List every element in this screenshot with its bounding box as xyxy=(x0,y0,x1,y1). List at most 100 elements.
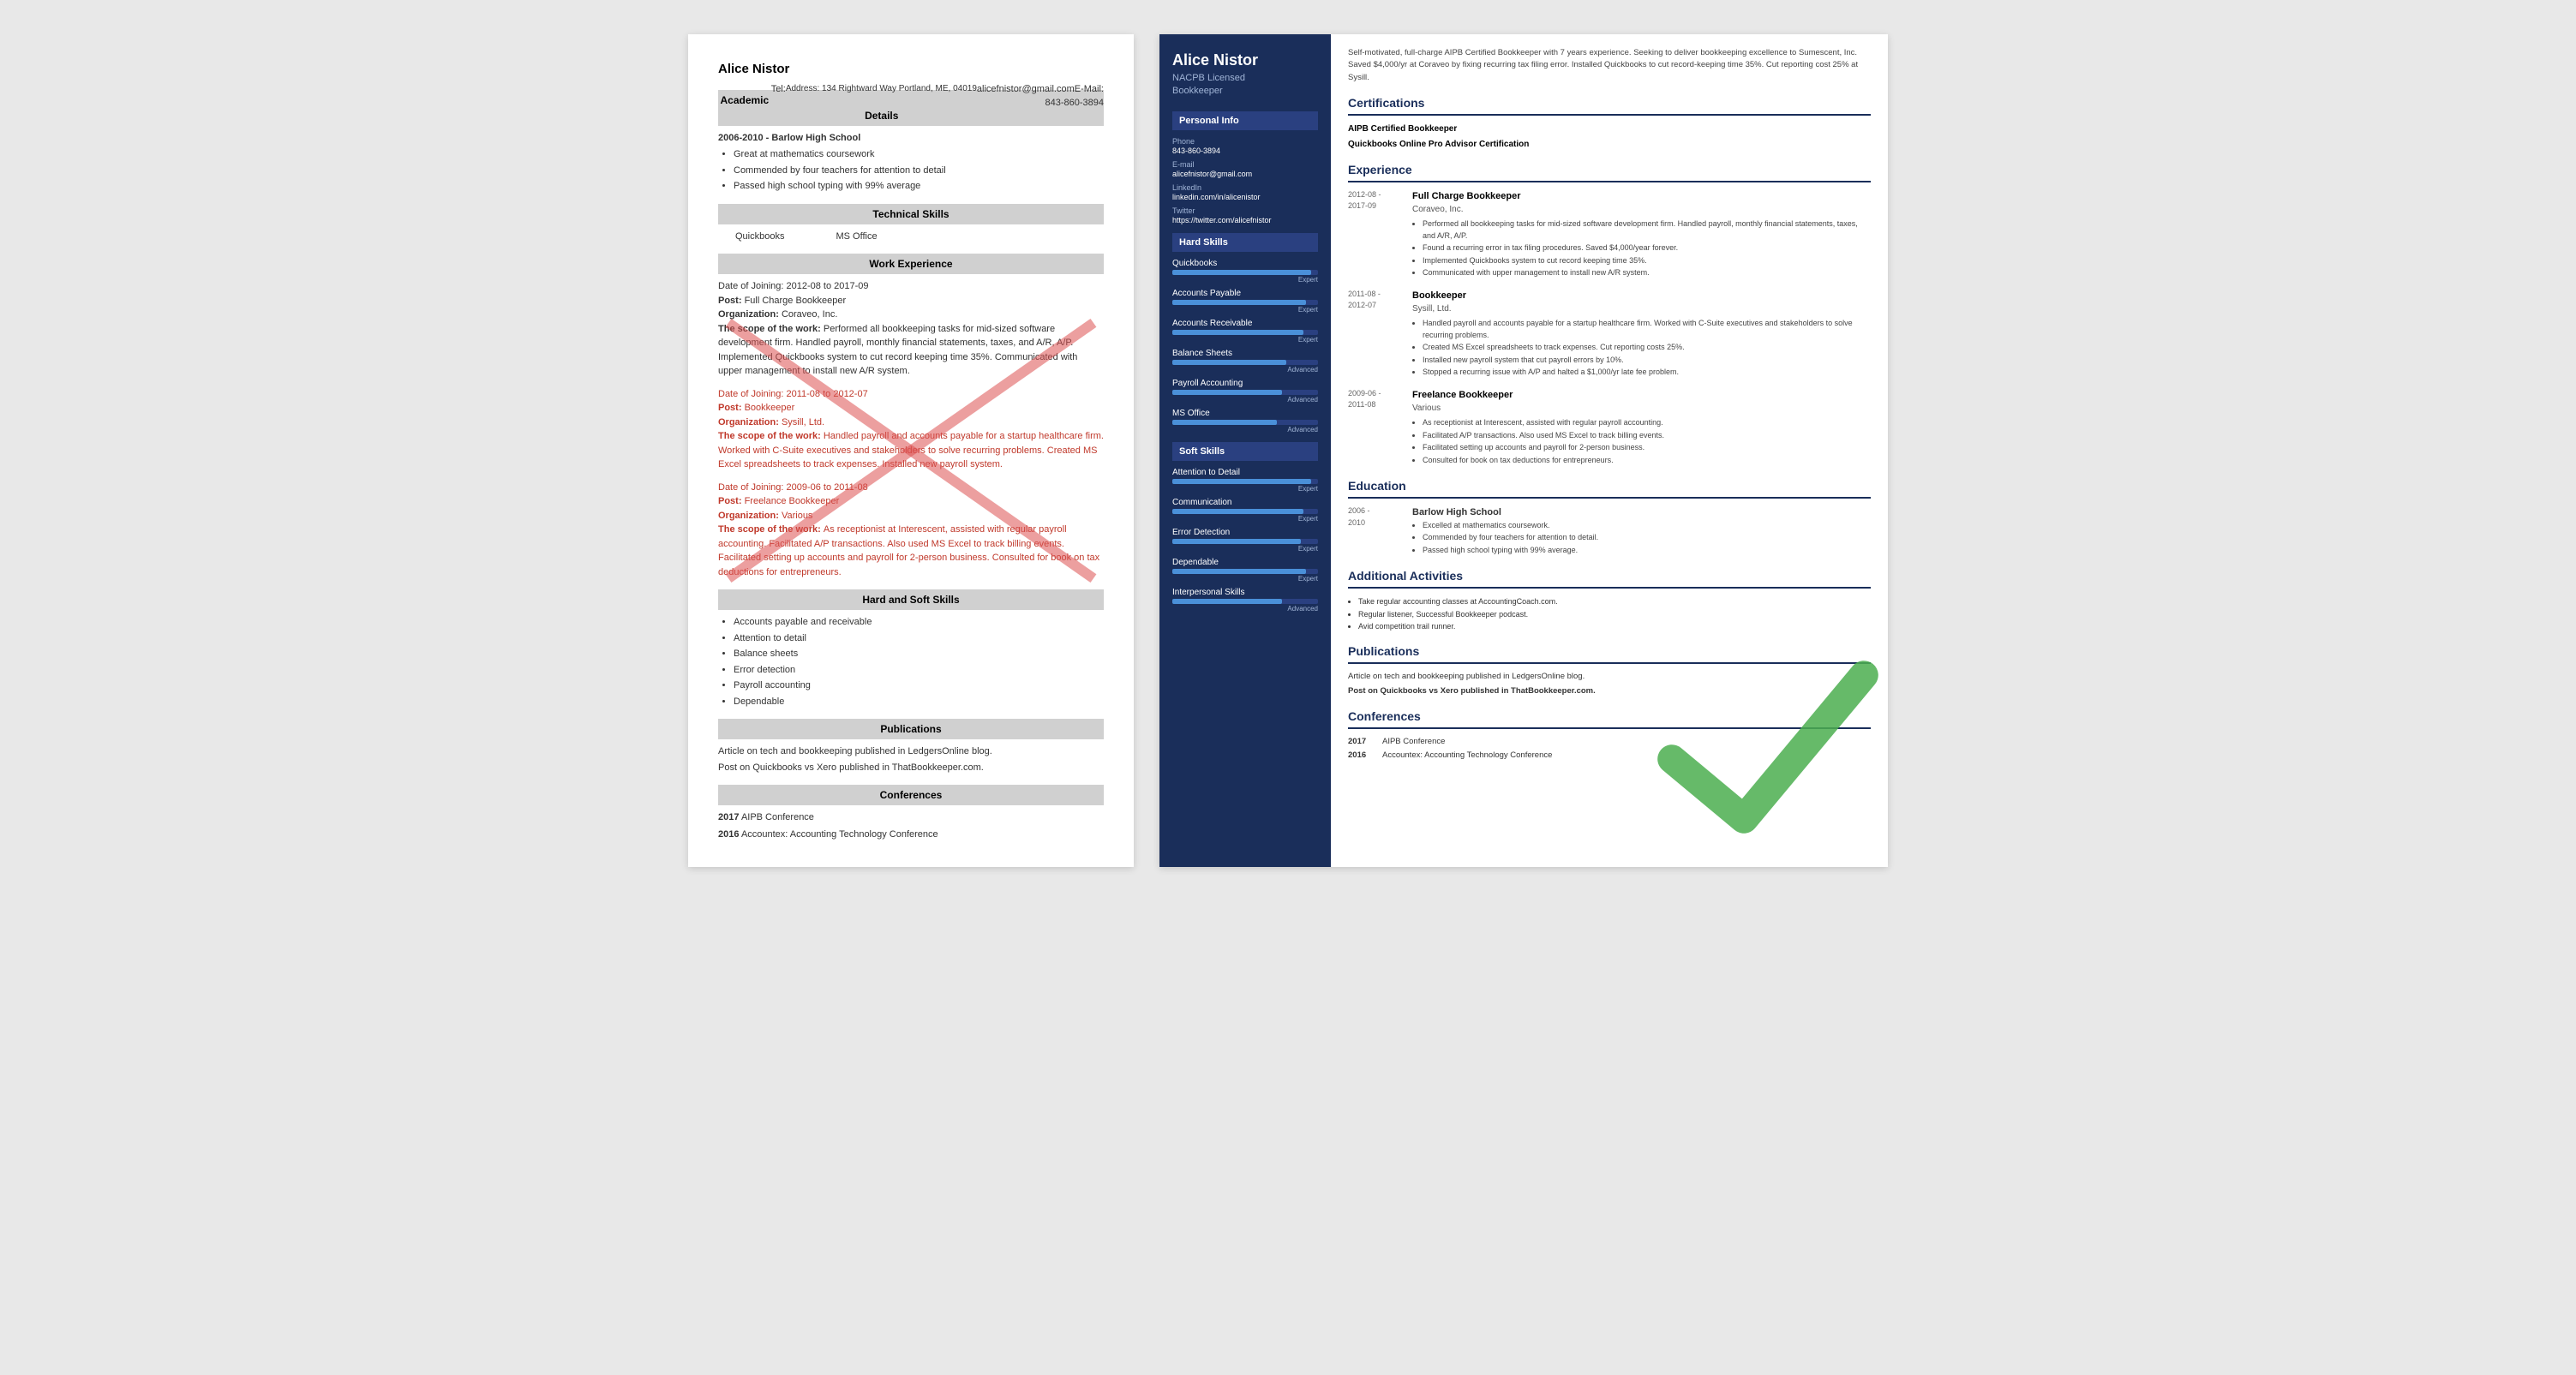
hard-skill-1: Accounts Payable Expert xyxy=(1172,289,1318,314)
work-entry-0-scope: The scope of the work: Performed all boo… xyxy=(718,322,1104,379)
skill-5: Dependable xyxy=(734,695,1104,709)
work-entry-0-dates: Date of Joining: 2012-08 to 2017-09 xyxy=(718,279,1104,294)
hard-skill-name-0: Quickbooks xyxy=(1172,259,1318,268)
exp-bullets-0: Performed all bookkeeping tasks for mid-… xyxy=(1412,218,1871,279)
hard-skill-level-0: Expert xyxy=(1172,276,1318,284)
exp-company-0: Coraveo, Inc. xyxy=(1412,203,1871,216)
skill-2: Balance sheets xyxy=(734,647,1104,661)
conf-0: 2017 AIPB Conference xyxy=(718,810,1104,825)
soft-skill-bar-fill-2 xyxy=(1172,539,1301,544)
hard-skill-bar-fill-5 xyxy=(1172,420,1277,425)
soft-skill-name-0: Attention to Detail xyxy=(1172,468,1318,477)
skill-4: Payroll accounting xyxy=(734,679,1104,693)
work-entry-1: Date of Joining: 2011-08 to 2012-07 Post… xyxy=(718,387,1104,472)
page-container: Alice Nistor E-Mail: alicefnistor@gmail.… xyxy=(688,34,1888,867)
soft-skill-name-3: Dependable xyxy=(1172,558,1318,567)
exp-bullet-2-0: As receptionist at Interescent, assisted… xyxy=(1423,417,1871,429)
soft-skill-3: Dependable Expert xyxy=(1172,558,1318,583)
right-title-line1: NACPB Licensed xyxy=(1172,73,1245,83)
soft-skill-4: Interpersonal Skills Advanced xyxy=(1172,588,1318,613)
hard-skill-level-2: Expert xyxy=(1172,336,1318,344)
hard-skill-3: Balance Sheets Advanced xyxy=(1172,349,1318,374)
skill-3: Error detection xyxy=(734,663,1104,678)
hard-skills-title: Hard Skills xyxy=(1172,233,1318,252)
soft-skill-1: Communication Expert xyxy=(1172,498,1318,523)
soft-skill-bar-fill-3 xyxy=(1172,569,1306,574)
twitter-label: Twitter xyxy=(1172,206,1318,215)
certifications-section: Certifications AIPB Certified Bookkeeper… xyxy=(1348,94,1871,151)
work-entry-0: Date of Joining: 2012-08 to 2017-09 Post… xyxy=(718,279,1104,379)
experience-section: Experience 2012-08 - 2017-09 Full Charge… xyxy=(1348,161,1871,468)
twitter-value: https://twitter.com/alicefnistor xyxy=(1172,216,1318,224)
exp-bullet-2-2: Facilitated setting up accounts and payr… xyxy=(1423,442,1871,454)
add-bullet-1: Regular listener, Successful Bookkeeper … xyxy=(1358,608,1871,620)
work-entry-0-org-val: Coraveo, Inc. xyxy=(782,309,837,320)
email-label-right: E-mail xyxy=(1172,160,1318,169)
work-entry-2-org-val: Various xyxy=(782,511,812,521)
hard-skill-bar-bg-4 xyxy=(1172,390,1318,395)
academic-bullet-0: Great at mathematics coursework xyxy=(734,147,1104,162)
exp-title-0: Full Charge Bookkeeper xyxy=(1412,189,1871,204)
right-name: Alice Nistor xyxy=(1172,51,1318,69)
email-value-right: alicefnistor@gmail.com xyxy=(1172,170,1318,178)
work-entry-1-org: Organization: Sysill, Ltd. xyxy=(718,415,1104,430)
work-entry-0-post: Post: Full Charge Bookkeeper xyxy=(718,294,1104,308)
skill-1: Attention to detail xyxy=(734,631,1104,646)
cert-1: Quickbooks Online Pro Advisor Certificat… xyxy=(1348,138,1871,151)
right-pub-0: Article on tech and bookkeeping publishe… xyxy=(1348,671,1871,683)
exp-date-2: 2009-06 - 2011-08 xyxy=(1348,388,1408,411)
exp-bullet-2-1: Facilitated A/P transactions. Also used … xyxy=(1423,430,1871,442)
edu-details-0: Barlow High School Excelled at mathemati… xyxy=(1412,505,1871,556)
experience-title: Experience xyxy=(1348,161,1871,182)
additional-bullets: Take regular accounting classes at Accou… xyxy=(1348,595,1871,632)
conf-1-name: Accountex: Accounting Technology Confere… xyxy=(741,829,938,840)
hard-skill-bar-bg-0 xyxy=(1172,270,1318,275)
soft-skill-bar-bg-4 xyxy=(1172,599,1318,604)
edu-bullet-0: Excelled at mathematics coursework. xyxy=(1423,520,1871,532)
skill-msoffice: MS Office xyxy=(836,230,877,244)
pub-0: Article on tech and bookkeeping publishe… xyxy=(718,744,1104,759)
edu-school-0: Barlow High School xyxy=(1412,505,1871,520)
soft-skill-2: Error Detection Expert xyxy=(1172,528,1318,553)
academic-school: 2006-2010 - Barlow High School xyxy=(718,131,1104,146)
right-title-line2: Bookkeeper xyxy=(1172,86,1223,96)
linkedin-label: LinkedIn xyxy=(1172,183,1318,192)
work-entry-1-dates: Date of Joining: 2011-08 to 2012-07 xyxy=(718,387,1104,402)
work-entry-0-org: Organization: Coraveo, Inc. xyxy=(718,308,1104,322)
hard-skill-name-2: Accounts Receivable xyxy=(1172,319,1318,328)
hard-skill-2: Accounts Receivable Expert xyxy=(1172,319,1318,344)
exp-company-1: Sysill, Ltd. xyxy=(1412,302,1871,315)
conf-1-year: 2016 xyxy=(718,829,739,840)
right-conf-1-year: 2016 xyxy=(1348,750,1374,762)
conf-1: 2016 Accountex: Accounting Technology Co… xyxy=(718,828,1104,842)
soft-skill-bar-bg-1 xyxy=(1172,509,1318,514)
work-entry-1-post: Post: Bookkeeper xyxy=(718,401,1104,415)
soft-skill-name-4: Interpersonal Skills xyxy=(1172,588,1318,597)
hard-skill-bar-fill-1 xyxy=(1172,300,1306,305)
hard-skill-5: MS Office Advanced xyxy=(1172,409,1318,433)
soft-skills-title: Soft Skills xyxy=(1172,442,1318,461)
conf-0-year: 2017 xyxy=(718,812,739,822)
edu-bullets-0: Excelled at mathematics coursework. Comm… xyxy=(1412,520,1871,557)
soft-skill-level-4: Advanced xyxy=(1172,605,1318,613)
exp-bullet-1-1: Created MS Excel spreadsheets to track e… xyxy=(1423,342,1871,354)
left-address: Address: 134 Rightward Way Portland, ME,… xyxy=(786,82,977,95)
exp-date-0: 2012-08 - 2017-09 xyxy=(1348,189,1408,212)
resume-right: Alice Nistor NACPB Licensed Bookkeeper P… xyxy=(1159,34,1888,867)
technical-skills-row: Quickbooks MS Office xyxy=(718,230,1104,244)
hard-skill-level-5: Advanced xyxy=(1172,426,1318,433)
edu-bullet-2: Passed high school typing with 99% avera… xyxy=(1423,545,1871,557)
work-entry-2-scope: The scope of the work: As receptionist a… xyxy=(718,523,1104,579)
exp-bullet-1-2: Installed new payroll system that cut pa… xyxy=(1423,355,1871,367)
pub-1: Post on Quickbooks vs Xero published in … xyxy=(718,761,1104,775)
work-entry-2-post: Post: Freelance Bookkeeper xyxy=(718,494,1104,509)
right-main-content: Self-motivated, full-charge AIPB Certifi… xyxy=(1331,34,1888,867)
scope-label-0: The scope of the work: xyxy=(718,324,824,334)
exp-bullet-1-0: Handled payroll and accounts payable for… xyxy=(1423,318,1871,341)
hard-skill-bar-bg-1 xyxy=(1172,300,1318,305)
work-entry-2-post-val: Freelance Bookkeeper xyxy=(745,496,840,506)
soft-skill-level-1: Expert xyxy=(1172,515,1318,523)
add-bullet-2: Avid competition trail runner. xyxy=(1358,620,1871,632)
work-entry-2: Date of Joining: 2009-06 to 2011-08 Post… xyxy=(718,481,1104,580)
soft-skill-bar-bg-3 xyxy=(1172,569,1318,574)
